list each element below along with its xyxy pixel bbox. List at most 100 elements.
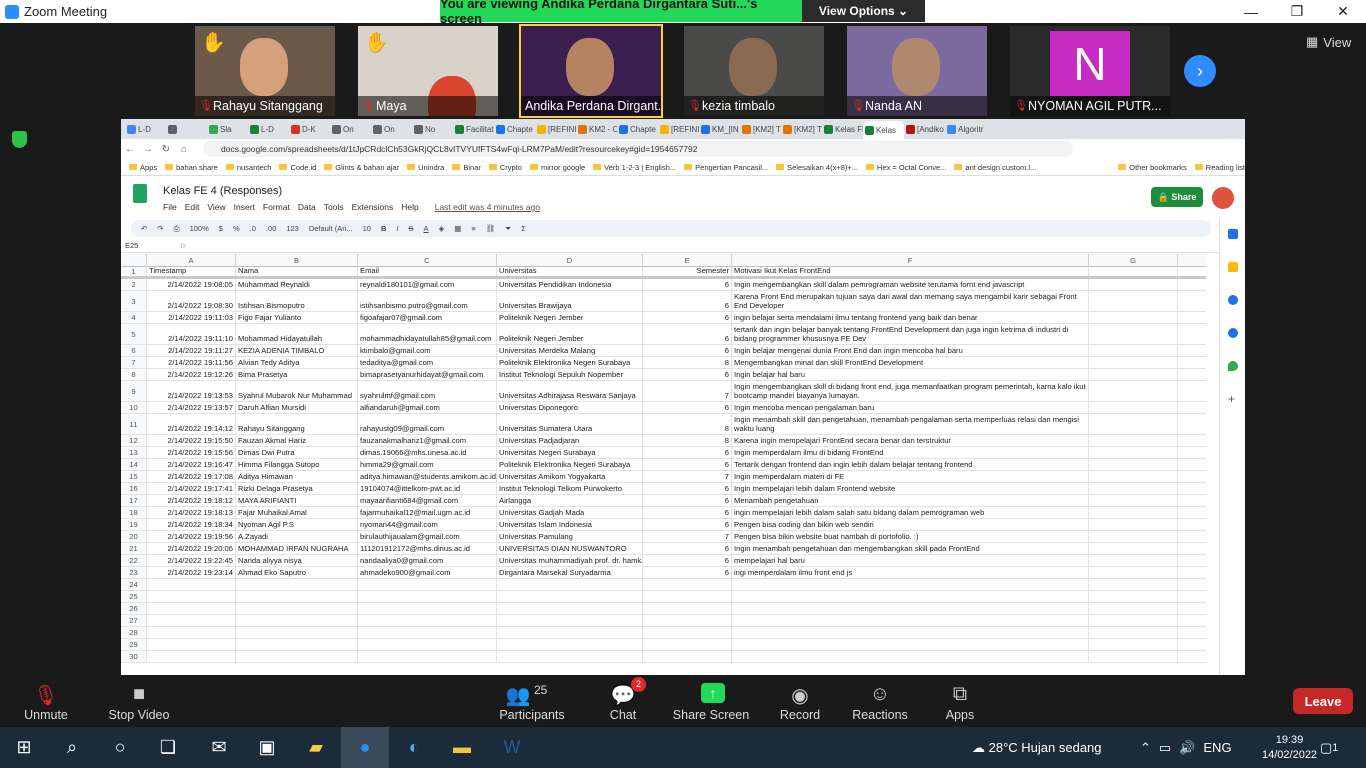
cell[interactable]: 8 xyxy=(643,414,732,434)
browser-tab[interactable]: D-K xyxy=(289,121,330,137)
cell[interactable]: 6 xyxy=(643,369,732,380)
bookmark-item[interactable]: Binar xyxy=(452,163,481,172)
percent-button[interactable]: % xyxy=(233,224,240,233)
menu-format[interactable]: Format xyxy=(263,202,290,212)
participant-tile[interactable]: kezia timbalo 🎙 xyxy=(684,26,824,116)
column-header[interactable]: A xyxy=(147,254,236,267)
cell[interactable]: 111201912172@mhs.dinus.ac.id xyxy=(358,543,497,554)
filter-icon[interactable]: ⏷ xyxy=(505,224,511,234)
row-number[interactable]: 3 xyxy=(121,291,147,311)
cell[interactable] xyxy=(1089,555,1178,566)
row-number[interactable]: 20 xyxy=(121,531,147,542)
cell[interactable]: 19104074@ittelkom-pwt.ac.id xyxy=(358,483,497,494)
clock[interactable]: 19:39 14/02/2022 xyxy=(1262,733,1317,763)
cell[interactable]: 2/14/2022 19:20:06 xyxy=(147,543,236,554)
security-shield-icon[interactable] xyxy=(12,131,27,148)
cell[interactable]: Universitas Islam Indonesia xyxy=(497,519,643,530)
row-number[interactable]: 9 xyxy=(121,381,147,401)
cell[interactable]: Pengen bisa bikin website buat nambah di… xyxy=(732,531,1089,542)
cell[interactable]: ingin belajar serta mendalami ilmu tenta… xyxy=(732,312,1089,323)
cell[interactable] xyxy=(1089,639,1178,650)
cell[interactable] xyxy=(1089,402,1178,413)
cell[interactable]: ingi memperdalam ilmu front end js xyxy=(732,567,1089,578)
cell[interactable] xyxy=(732,651,1089,662)
row-number[interactable]: 14 xyxy=(121,459,147,470)
cell[interactable]: fauzanakmalhariz1@gmail.com xyxy=(358,435,497,446)
cell[interactable]: Alvian Tedy Aditya xyxy=(236,357,358,368)
apps-button[interactable]: ⧉ Apps xyxy=(920,675,1000,727)
cell[interactable]: 8 xyxy=(643,435,732,446)
avatar[interactable] xyxy=(1212,187,1234,209)
cell[interactable]: ingin mempelajari lebih dalam salah satu… xyxy=(732,507,1089,518)
view-options-button[interactable]: View Options ⌄ xyxy=(802,0,925,22)
cell[interactable] xyxy=(1089,279,1178,290)
cell[interactable] xyxy=(147,579,236,590)
cell[interactable]: nyoman44@gmail.com xyxy=(358,519,497,530)
cell[interactable]: Ingin memperdalam materi di FE xyxy=(732,471,1089,482)
bookmark-item[interactable]: mirror google xyxy=(529,163,585,172)
cell[interactable]: Rahayu Sitanggang xyxy=(236,414,358,434)
row-number[interactable]: 30 xyxy=(121,651,147,662)
cell[interactable]: 2/14/2022 19:13:57 xyxy=(147,402,236,413)
row-number[interactable]: 7 xyxy=(121,357,147,368)
bold-icon[interactable]: B xyxy=(381,224,386,233)
maps-icon[interactable] xyxy=(1228,361,1238,371)
cell[interactable] xyxy=(1089,519,1178,530)
cell[interactable] xyxy=(358,639,497,650)
cell[interactable]: 7 xyxy=(643,531,732,542)
cell[interactable]: 2/14/2022 19:17:08 xyxy=(147,471,236,482)
cell[interactable]: Universitas Gadjah Mada xyxy=(497,507,643,518)
cell[interactable]: Ingin memperdalam ilmu di bidang FrontEn… xyxy=(732,447,1089,458)
menu-extensions[interactable]: Extensions xyxy=(352,202,394,212)
cell[interactable] xyxy=(1089,543,1178,554)
cell[interactable]: Politeknik Negeri Jember xyxy=(497,324,643,344)
cell[interactable] xyxy=(147,603,236,614)
cell[interactable]: ktimbalo@gmail.com xyxy=(358,345,497,356)
cell[interactable]: 7 xyxy=(643,471,732,482)
cell[interactable] xyxy=(1089,483,1178,494)
cell[interactable]: Istihsan Bismoputro xyxy=(236,291,358,311)
row-number[interactable]: 29 xyxy=(121,639,147,650)
cell[interactable] xyxy=(1089,507,1178,518)
cell[interactable]: tedaditya@gmail.com xyxy=(358,357,497,368)
cell[interactable]: tertarik dan ingin belajar banyak tentan… xyxy=(732,324,1089,344)
sticky-notes-icon[interactable]: ▰ xyxy=(292,727,340,768)
cell[interactable]: Politeknik Negeri Jember xyxy=(497,312,643,323)
cell[interactable]: KEZIA ADENIA TIMBALO xyxy=(236,345,358,356)
back-icon[interactable]: ← xyxy=(121,144,139,155)
cell[interactable] xyxy=(147,639,236,650)
row-number[interactable]: 4 xyxy=(121,312,147,323)
cell[interactable]: Pengen bisa coding dan bikin web sendiri xyxy=(732,519,1089,530)
cell[interactable] xyxy=(1089,579,1178,590)
cell[interactable]: 2/14/2022 19:22:45 xyxy=(147,555,236,566)
increase-decimal-button[interactable]: .00 xyxy=(266,224,276,233)
cell[interactable] xyxy=(1089,495,1178,506)
browser-tab[interactable]: No xyxy=(412,121,453,137)
cell[interactable] xyxy=(1089,312,1178,323)
cell[interactable]: Mohammad Hidayatullah xyxy=(236,324,358,344)
cell[interactable]: 2/14/2022 19:15:56 xyxy=(147,447,236,458)
volume-icon[interactable]: 🔊 xyxy=(1179,740,1195,756)
cell[interactable]: nandaaliya0@gmail.com xyxy=(358,555,497,566)
select-all-corner[interactable] xyxy=(121,254,147,267)
cell[interactable]: 6 xyxy=(643,324,732,344)
cell[interactable]: 2/14/2022 19:11:10 xyxy=(147,324,236,344)
row-number[interactable]: 18 xyxy=(121,507,147,518)
cell[interactable]: Muhammad Reynaldi xyxy=(236,279,358,290)
font-size-select[interactable]: 10 xyxy=(363,224,371,233)
cell[interactable] xyxy=(732,639,1089,650)
cell[interactable]: syahrulmf@gmail.com xyxy=(358,381,497,401)
cell[interactable]: 2/14/2022 19:18:12 xyxy=(147,495,236,506)
column-header[interactable]: D xyxy=(497,254,643,267)
cell[interactable]: Universitas Negeri Surabaya xyxy=(497,447,643,458)
browser-tab[interactable]: Facilitat xyxy=(453,121,494,137)
reactions-button[interactable]: ☺ Reactions xyxy=(840,675,920,727)
cell[interactable] xyxy=(147,591,236,602)
browser-tab[interactable]: [KM2] T xyxy=(781,121,822,137)
cell[interactable] xyxy=(236,603,358,614)
row-number[interactable]: 27 xyxy=(121,615,147,626)
browser-tab[interactable]: On xyxy=(371,121,412,137)
unmute-button[interactable]: 🎙 Unmute xyxy=(6,675,86,727)
cell[interactable]: Universitas Adhirajasa Reswara Sanjaya xyxy=(497,381,643,401)
cell[interactable]: 2/14/2022 19:11:03 xyxy=(147,312,236,323)
